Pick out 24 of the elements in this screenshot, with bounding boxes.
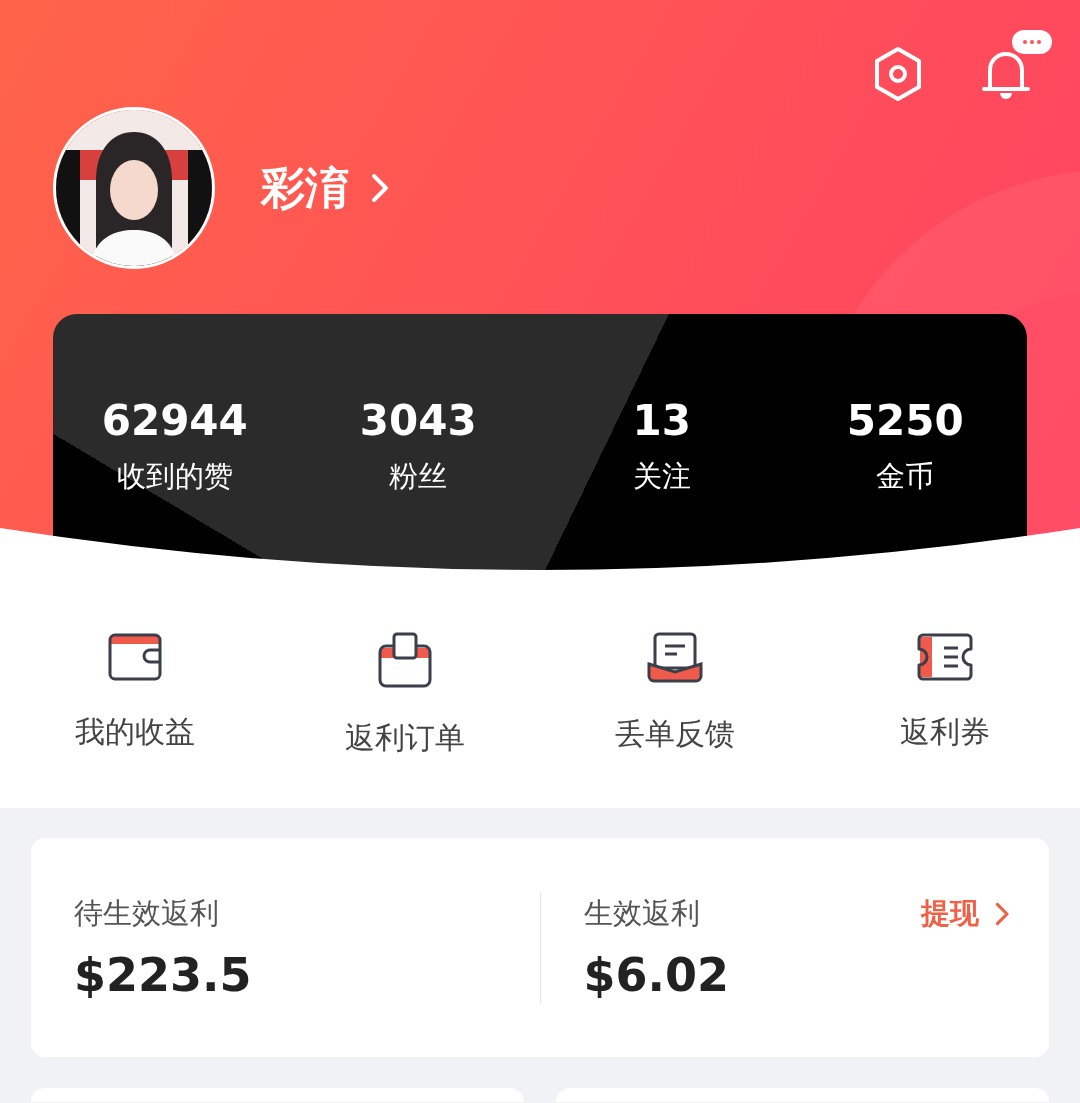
message-badge-icon: [1012, 30, 1052, 56]
rebate-label: 生效返利: [583, 894, 700, 932]
shortcut-button[interactable]: 返利订单: [345, 632, 465, 759]
shortcut-button[interactable]: 丢单反馈: [615, 632, 735, 755]
rebate-amount: $6.02: [583, 947, 730, 1002]
chevron-icon: [371, 173, 389, 203]
stat-value: 13: [632, 396, 691, 445]
stat-label: 关注: [632, 458, 691, 495]
rebate-label: 待生效返利: [74, 894, 220, 932]
shortcut-button[interactable]: 我的收益: [75, 632, 195, 753]
stat-value: 3043: [359, 396, 477, 445]
stat-value: 62944: [101, 396, 248, 445]
ticket-icon: [916, 632, 974, 682]
stat-label: 收到的赞: [116, 458, 233, 495]
stat-label: 粉丝: [389, 458, 448, 495]
rebate-amount: $223.5: [74, 947, 253, 1002]
settings-icon: [872, 46, 924, 102]
stat-label: 金币: [876, 458, 935, 495]
shortcut-button[interactable]: 返利券: [900, 632, 990, 753]
stat-value: 5250: [846, 396, 964, 445]
chevron-icon: [994, 901, 1009, 926]
envelope-icon: [647, 632, 703, 684]
wallet-icon: [108, 632, 162, 682]
bag-icon: [378, 632, 432, 688]
